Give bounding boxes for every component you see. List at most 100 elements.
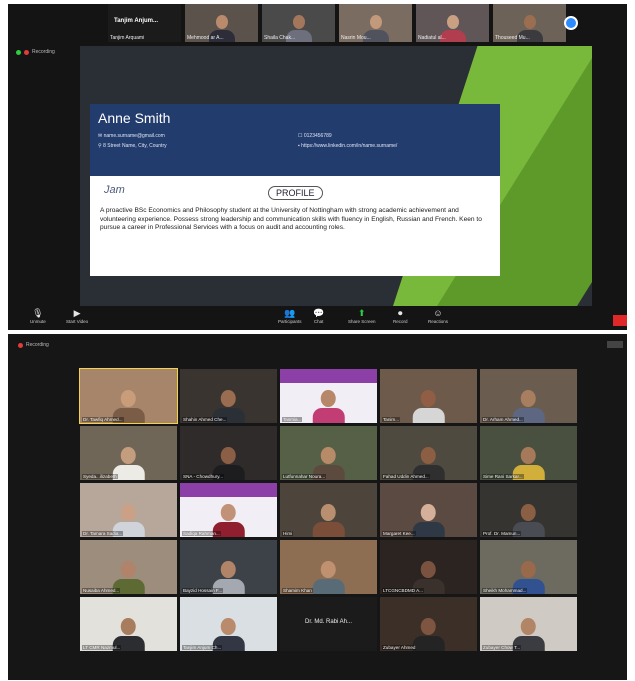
recording-indicator: Recording: [16, 49, 55, 55]
recording-label: Recording: [32, 49, 55, 55]
participant-tile[interactable]: Syeda...ilizabeth: [80, 426, 177, 480]
thumbnail-label: Nasrin Mou...: [341, 35, 371, 41]
participant-tile[interactable]: Tanim...: [380, 369, 477, 423]
toolbar-record-button[interactable]: ⏺ Record: [393, 308, 408, 324]
participant-thumbnail[interactable]: Shaila Chak...: [262, 4, 335, 42]
participant-tile[interactable]: Shamim Khan: [280, 540, 377, 594]
participant-name-label: Tanim...: [382, 417, 401, 422]
toolbar-label: Participants: [278, 319, 302, 324]
participant-name-label: LT CMR Nazmul...: [82, 645, 122, 650]
participant-tile[interactable]: Sadiqa Rahman...: [180, 483, 277, 537]
cv-linkedin: ▪ https://www.linkedin.com/in/name.surna…: [298, 143, 398, 149]
toolbar-label: Unmute: [30, 319, 46, 324]
participant-name-label: Syeda...ilizabeth: [82, 474, 118, 479]
toolbar-label: Chat: [313, 319, 324, 324]
participant-name-label: Dr. Arham Ahmed...: [482, 417, 524, 422]
share-screen-icon: ⬆: [357, 308, 366, 318]
participant-name-label: Tanjim Anjum Ch...: [182, 645, 223, 650]
participant-name-label: Sadiqa Rahman...: [182, 531, 221, 536]
annotation-scribble: Jam: [104, 184, 125, 196]
thumbnail-label: Shaila Chak...: [264, 35, 296, 41]
participant-tile[interactable]: Dr. Md. Rabi Ah...: [280, 597, 377, 651]
participant-tile[interactable]: Prof. Dr. Mamun...: [480, 483, 577, 537]
participant-tile[interactable]: Zubayer Ahmed: [380, 597, 477, 651]
participant-tile[interactable]: SNA - Chowdhury...: [180, 426, 277, 480]
participant-thumbnail[interactable]: Nadiatul al...: [416, 4, 489, 42]
participant-tile[interactable]: Bayzid Hossain F...: [180, 540, 277, 594]
participant-tile[interactable]: Sime Rani Sarkar...: [480, 426, 577, 480]
participant-thumbnail[interactable]: Nasrin Mou...: [339, 4, 412, 42]
reactions-icon: ☺: [433, 308, 443, 318]
participant-tile[interactable]: LT CMR Nazmul...: [80, 597, 177, 651]
participant-name-label: Nusaiba Ahmed...: [82, 588, 121, 593]
participant-name-label: SNA - Chowdhury...: [182, 474, 224, 479]
toolbar-label: Start Video: [66, 319, 89, 324]
view-toggle-button[interactable]: [607, 341, 623, 348]
participant-figure: [312, 389, 345, 423]
participant-name-label: Sheikh Mohammad...: [482, 588, 528, 593]
participant-thumbnail[interactable]: Thouseed Mu...: [493, 4, 566, 42]
thumbnail-name: Tanjim Anjum...: [114, 18, 159, 24]
shared-slide-thumbnail: [180, 483, 277, 497]
toolbar-video-button[interactable]: ▶ Start Video: [66, 308, 88, 324]
participant-tile[interactable]: Fahad Uddin Ahmed...: [380, 426, 477, 480]
participant-figure: [312, 560, 345, 594]
toolbar-microphone-button[interactable]: 🎙 Unmute: [30, 308, 46, 324]
zoom-logo-icon[interactable]: [564, 16, 578, 30]
participant-name-label: Dr. Tamara Sadia...: [82, 531, 124, 536]
cv-name: Anne Smith: [98, 110, 171, 126]
participant-tile[interactable]: Tanjim Anjum Ch...: [180, 597, 277, 651]
toolbar-reactions-button[interactable]: ☺ Reactions: [428, 308, 448, 324]
participant-tile[interactable]: Nusaiba Ahmed...: [80, 540, 177, 594]
participant-name-label: Zubayer Chow T...: [482, 645, 522, 650]
participant-tile[interactable]: Dr. Tamara Sadia...: [80, 483, 177, 537]
profile-text: A proactive BSc Economics and Philosophy…: [100, 207, 482, 232]
participant-tile[interactable]: Tasmia...: [280, 369, 377, 423]
participant-thumbnail[interactable]: Mehmood ar A...: [185, 4, 258, 42]
zoom-window-top: Tanjim Anjum... Tanjim Arquami Mehmood ar …: [8, 4, 627, 330]
participant-name-label: Tasmia...: [282, 417, 303, 422]
profile-heading: PROFILE: [268, 186, 323, 200]
participant-tile[interactable]: Margaret Kee...: [380, 483, 477, 537]
participant-thumbnail[interactable]: Tanjim Anjum... Tanjim Arquami: [108, 4, 181, 42]
meeting-toolbar: 🎙 Unmute ▶ Start Video 👥 Participants 💬 Chat ⬆ Sh…: [8, 306, 627, 330]
cv-address: ⚲ 8 Street Name, City, Country: [98, 143, 167, 149]
cv-phone: ☐ 0123456789: [298, 133, 332, 139]
participant-tile[interactable]: Shahin Ahmed Che...: [180, 369, 277, 423]
participant-tile[interactable]: Dr. Tawfiq Ahmed...: [79, 368, 178, 424]
participant-tile[interactable]: Lutfunnahar Noura...: [280, 426, 377, 480]
toolbar-share-screen-button[interactable]: ⬆ Share Screen: [348, 308, 376, 324]
participant-figure: [312, 503, 345, 537]
recording-label: Recording: [26, 342, 49, 348]
thumbnail-label: Tanjim Arquami: [110, 35, 145, 41]
video-icon: ▶: [73, 308, 81, 318]
participant-figure: [412, 389, 445, 423]
participant-figure: [412, 617, 445, 651]
zoom-window-bottom: Recording Dr. Tawfiq Ahmed... Shahin Ahme…: [8, 334, 627, 680]
microphone-icon: 🎙: [32, 308, 44, 318]
participant-name-label: LTCGNCBDMD A...: [382, 588, 424, 593]
participant-tile[interactable]: Dr. Arham Ahmed...: [480, 369, 577, 423]
record-icon: ⏺: [398, 308, 403, 318]
participant-figure: [412, 503, 445, 537]
toolbar-label: Record: [393, 319, 408, 324]
participant-tile[interactable]: Sheikh Mohammad...: [480, 540, 577, 594]
participant-tile[interactable]: LTCGNCBDMD A...: [380, 540, 477, 594]
toolbar-chat-button[interactable]: 💬 Chat: [313, 308, 324, 324]
cv-header: Anne Smith ✉ name.surname@gmail.com ⚲ 8 …: [90, 104, 500, 176]
participant-name-label: Prof. Dr. Mamun...: [482, 531, 522, 536]
status-dot-icon: [16, 49, 21, 55]
participant-name-label: Lutfunnahar Noura...: [282, 474, 327, 479]
participant-tile[interactable]: Zubayer Chow T...: [480, 597, 577, 651]
participant-name-label: Dr. Tawfiq Ahmed...: [82, 417, 124, 422]
thumbnail-label: Thouseed Mu...: [495, 35, 530, 41]
record-dot-icon: [24, 49, 29, 55]
participant-name-label: Margaret Kee...: [382, 531, 416, 536]
end-meeting-button[interactable]: [613, 315, 627, 326]
thumbnail-label: Mehmood ar A...: [187, 35, 224, 41]
toolbar-label: Share Screen: [348, 319, 376, 324]
participant-name-label: Sime Rani Sarkar...: [482, 474, 524, 479]
participant-name-label: Zubayer Ahmed: [382, 645, 417, 650]
participant-tile[interactable]: Himi: [280, 483, 377, 537]
toolbar-participants-button[interactable]: 👥 Participants: [278, 308, 302, 324]
